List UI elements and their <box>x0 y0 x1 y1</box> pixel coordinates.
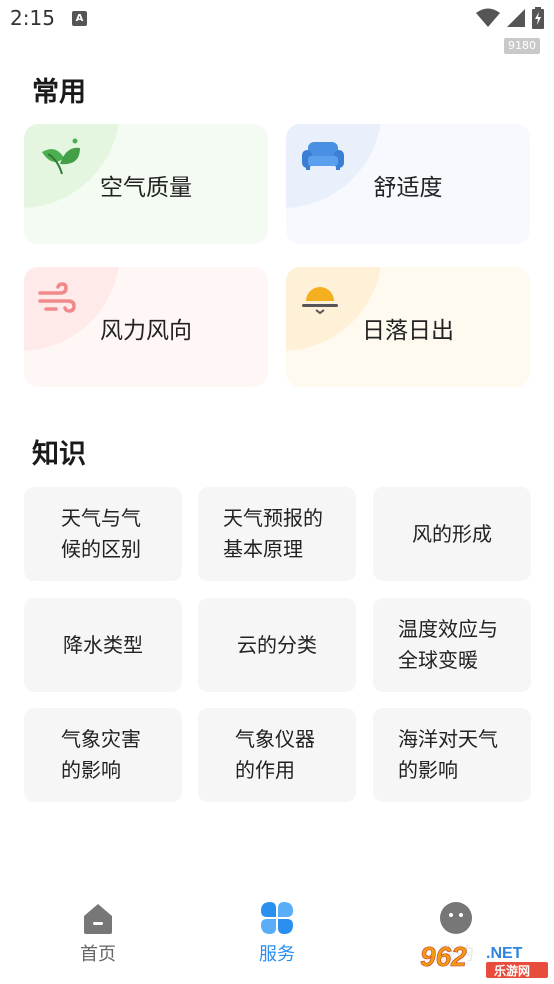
knowledge-item[interactable]: 海洋对天气 的影响 <box>373 708 531 802</box>
watermark-site: 乐游网 <box>494 963 530 978</box>
card-wind[interactable]: 风力风向 <box>24 267 268 387</box>
wifi-icon <box>476 8 500 27</box>
knowledge-label: 降水类型 <box>63 632 143 657</box>
card-label: 日落日出 <box>362 318 454 344</box>
knowledge-label: 气象仪器 的作用 <box>235 727 315 782</box>
signal-icon <box>507 9 525 27</box>
nav-label: 服务 <box>259 944 295 965</box>
status-icons <box>476 7 544 29</box>
status-bar: 2:15 A 9180 <box>0 0 554 54</box>
knowledge-label: 温度效应与 全球变暖 <box>398 617 498 672</box>
knowledge-label: 天气与气 候的区别 <box>61 506 141 561</box>
card-sunrise-sunset[interactable]: 日落日出 <box>286 267 530 387</box>
knowledge-label: 海洋对天气 的影响 <box>398 727 498 782</box>
mine-icon <box>440 902 472 934</box>
watermark-logo: 962 .NET 乐游网 <box>414 938 552 980</box>
knowledge-item[interactable]: 风的形成 <box>373 487 531 581</box>
knowledge-item[interactable]: 天气预报的 基本原理 <box>198 487 356 581</box>
card-air-quality[interactable]: 空气质量 <box>24 124 268 244</box>
knowledge-item[interactable]: 气象仪器 的作用 <box>198 708 356 802</box>
section-title-common: 常用 <box>32 77 86 108</box>
card-comfort[interactable]: 舒适度 <box>286 124 530 244</box>
status-badge: 9180 <box>504 38 540 54</box>
nav-home[interactable]: 首页 <box>38 900 158 966</box>
notification-icon: A <box>72 11 87 26</box>
nav-service[interactable]: 服务 <box>217 900 337 966</box>
knowledge-item[interactable]: 天气与气 候的区别 <box>24 487 182 581</box>
status-time: 2:15 <box>10 6 55 30</box>
card-label: 舒适度 <box>373 175 443 201</box>
home-icon <box>84 904 112 934</box>
section-title-knowledge: 知识 <box>32 439 86 470</box>
knowledge-label: 气象灾害 的影响 <box>61 727 141 782</box>
knowledge-item[interactable]: 云的分类 <box>198 598 356 692</box>
knowledge-item[interactable]: 气象灾害 的影响 <box>24 708 182 802</box>
knowledge-item[interactable]: 温度效应与 全球变暖 <box>373 598 531 692</box>
screen: 2:15 A 9180 常用 空气质量 舒适度 风力风向 日落日出 知识 天气与… <box>0 0 554 984</box>
watermark-number: 962 <box>420 941 467 972</box>
card-label: 风力风向 <box>100 318 192 344</box>
watermark-suffix: .NET <box>486 945 523 962</box>
knowledge-label: 风的形成 <box>412 521 492 546</box>
knowledge-item[interactable]: 降水类型 <box>24 598 182 692</box>
knowledge-label: 云的分类 <box>237 632 317 657</box>
knowledge-label: 天气预报的 基本原理 <box>223 506 323 561</box>
service-grid-icon <box>261 902 293 934</box>
card-label: 空气质量 <box>100 175 192 201</box>
battery-icon <box>532 7 544 29</box>
nav-label: 首页 <box>80 944 116 965</box>
